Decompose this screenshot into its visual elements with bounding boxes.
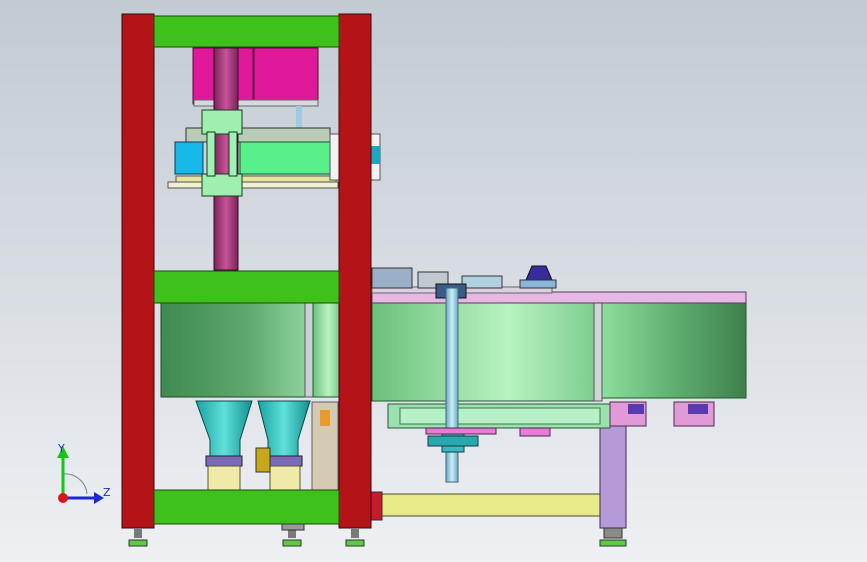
- z-axis-label: Z: [103, 486, 111, 499]
- y-axis-label: Y: [58, 442, 65, 455]
- cad-viewport[interactable]: [0, 0, 867, 562]
- support-leg: [599, 419, 627, 529]
- turntable-plate: [371, 291, 747, 304]
- center-shaft: [445, 287, 459, 483]
- magenta-block-right: [253, 47, 319, 105]
- nozzle-right: [269, 465, 301, 491]
- drum-section-left: [160, 302, 308, 398]
- base-beam: [377, 493, 604, 517]
- frame-column-right: [338, 13, 372, 529]
- green-carriage: [239, 141, 333, 175]
- x-axis-arrow-icon: [58, 493, 68, 503]
- drum-section-right: [599, 302, 747, 399]
- middle-plate: [153, 270, 340, 304]
- pipe-clamp-bottom: [201, 173, 243, 197]
- support-foot: [603, 527, 623, 539]
- foot-pad: [128, 539, 148, 547]
- plate-fixture: [371, 267, 413, 289]
- bottom-plate: [153, 489, 340, 525]
- drum-section-middle: [371, 302, 599, 402]
- pipe-clamp-top: [201, 109, 243, 135]
- nozzle-left: [207, 465, 241, 491]
- frame-column-left: [121, 13, 155, 529]
- base-beam-end: [369, 491, 383, 521]
- top-plate: [153, 15, 340, 48]
- cyan-carriage: [174, 141, 204, 175]
- support-foot-pad: [599, 539, 627, 547]
